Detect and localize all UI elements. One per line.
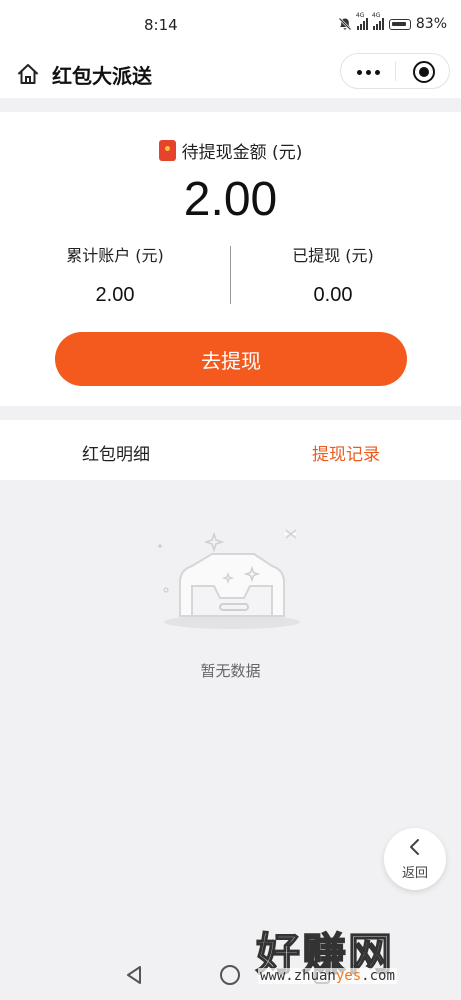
status-icons: 4G 4G 83% (338, 12, 447, 32)
tab-red-packet-details[interactable]: 红包明细 (82, 440, 150, 465)
withdrawn-value: 0.00 (313, 284, 353, 306)
system-back-icon[interactable] (124, 964, 144, 986)
total-account-value: 2.00 (95, 284, 135, 306)
battery-percent: 83% (415, 16, 447, 32)
target-icon[interactable] (413, 61, 435, 83)
tab-bar: 红包明细 提现记录 (0, 420, 461, 480)
page-title: 红包大派送 (52, 64, 152, 88)
more-dots-icon[interactable] (357, 70, 380, 75)
withdrawn-label: 已提现 (元) (292, 246, 374, 265)
status-bar: 8:14 4G 4G 83% (0, 0, 461, 50)
pending-row: 待提现金额 (元) (0, 138, 461, 163)
pending-label: 待提现金额 (元) (181, 143, 303, 163)
total-account-stat: 累计账户 (元) 2.00 (5, 242, 225, 307)
watermark-url-highlight: yes (335, 968, 362, 984)
total-account-label: 累计账户 (元) (66, 246, 164, 265)
red-packet-icon (158, 140, 176, 161)
miniprogram-capsule (340, 53, 450, 89)
signal-icon-2: 4G (372, 12, 384, 30)
signal-icon: 4G (356, 12, 368, 30)
watermark-url: www.zhuanyes.com (258, 968, 397, 984)
withdrawn-stat: 已提现 (元) 0.00 (223, 242, 443, 307)
watermark-url-suffix: .com (361, 968, 395, 984)
watermark: 好赚网 www.zhuanyes.com (252, 918, 452, 988)
network-type-1: 4G (355, 12, 365, 19)
back-label: 返回 (401, 866, 428, 881)
home-icon[interactable] (16, 62, 40, 86)
withdraw-button[interactable]: 去提现 (55, 332, 407, 386)
system-home-icon[interactable] (220, 965, 240, 985)
capsule-divider (395, 62, 396, 81)
nav-bar: 红包大派送 (0, 50, 461, 98)
pending-amount: 2.00 (183, 173, 278, 226)
floating-back-button[interactable]: 返回 (384, 828, 446, 890)
empty-text: 暂无数据 (200, 662, 261, 680)
balance-card: 待提现金额 (元) 2.00 累计账户 (元) 2.00 已提现 (元) 0.0… (0, 112, 461, 406)
tab-withdraw-records[interactable]: 提现记录 (312, 440, 380, 465)
chevron-left-icon (410, 839, 419, 855)
empty-box-icon (158, 529, 300, 629)
battery-icon (388, 18, 411, 30)
status-time: 8:14 (144, 16, 178, 34)
watermark-url-prefix: www.zhuan (260, 968, 336, 984)
bell-off-icon (338, 17, 352, 31)
network-type-2: 4G (371, 12, 381, 19)
